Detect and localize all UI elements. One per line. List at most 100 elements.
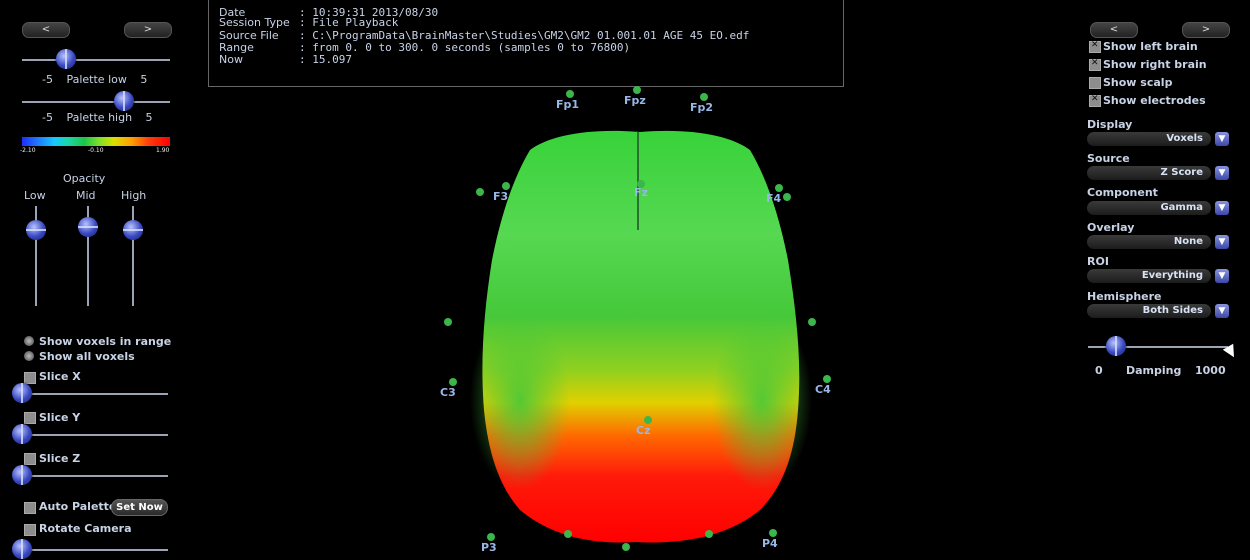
now-key: Now	[219, 53, 243, 66]
session-info-panel: Date: 10:39:31 2013/08/30 Session Type: …	[208, 0, 844, 87]
rotate-camera-track[interactable]	[22, 549, 168, 551]
damping-min: 0	[1095, 364, 1103, 377]
palette-low-label: Palette low	[66, 73, 127, 86]
electrode-c3-label: C3	[440, 386, 456, 399]
electrode-extra-dot[interactable]	[622, 543, 630, 551]
electrode-extra-dot[interactable]	[476, 188, 484, 196]
slice-y-knob[interactable]	[12, 424, 32, 444]
chevron-down-icon[interactable]: ▼	[1215, 235, 1229, 249]
overlay-dropdown[interactable]: None ▼	[1087, 235, 1230, 249]
electrode-extra-dot[interactable]	[564, 530, 572, 538]
show-electrodes-label: Show electrodes	[1103, 94, 1206, 107]
slice-z-label: Slice Z	[39, 452, 81, 465]
chevron-down-icon[interactable]: ▼	[1215, 201, 1229, 215]
palette-low-min: -5	[42, 73, 53, 86]
palette-scale-max: 1.90	[156, 147, 170, 154]
electrode-fp1-dot[interactable]	[566, 90, 574, 98]
damping-knob[interactable]	[1106, 336, 1126, 356]
rotate-camera-checkbox[interactable]	[24, 524, 36, 536]
slice-x-checkbox[interactable]	[24, 372, 36, 384]
now-row: Now: 15.097	[219, 53, 352, 66]
component-label: Component	[1087, 186, 1158, 199]
left-prev-button[interactable]: <	[22, 22, 70, 38]
electrode-f3-dot[interactable]	[502, 182, 510, 190]
palette-high-knob[interactable]	[114, 91, 134, 111]
slice-z-checkbox[interactable]	[24, 453, 36, 465]
slice-x-track[interactable]	[22, 393, 168, 395]
electrode-c4-dot[interactable]	[823, 375, 831, 383]
opacity-high-label: High	[121, 189, 147, 202]
right-next-button[interactable]: >	[1182, 22, 1230, 38]
display-dropdown[interactable]: Voxels ▼	[1087, 132, 1230, 146]
slice-y-track[interactable]	[22, 434, 168, 436]
left-next-button[interactable]: >	[124, 22, 172, 38]
chevron-down-icon[interactable]: ▼	[1215, 166, 1229, 180]
electrode-p3-dot[interactable]	[487, 533, 495, 541]
source-label: Source	[1087, 152, 1130, 165]
session-key: Session Type	[219, 16, 290, 29]
brain-voxel-view[interactable]	[440, 110, 840, 560]
overlay-label: Overlay	[1087, 221, 1135, 234]
palette-high-row: -5 Palette high 5	[42, 111, 153, 124]
slice-x-knob[interactable]	[12, 383, 32, 403]
palette-low-max: 5	[140, 73, 148, 86]
slice-y-checkbox[interactable]	[24, 412, 36, 424]
slice-z-track[interactable]	[22, 475, 168, 477]
electrode-c4-label: C4	[815, 383, 831, 396]
right-prev-button[interactable]: <	[1090, 22, 1138, 38]
palette-high-label: Palette high	[66, 111, 133, 124]
electrode-f3-label: F3	[493, 190, 509, 203]
show-scalp-checkbox[interactable]	[1089, 77, 1101, 89]
show-right-brain-label: Show right brain	[1103, 58, 1207, 71]
roi-label: ROI	[1087, 255, 1109, 268]
show-all-voxels-radio[interactable]	[24, 351, 34, 361]
chevron-down-icon[interactable]: ▼	[1215, 304, 1229, 318]
electrode-cz-dot[interactable]	[644, 416, 652, 424]
show-left-brain-checkbox[interactable]	[1089, 40, 1101, 53]
slice-y-label: Slice Y	[39, 411, 81, 424]
opacity-high-knob[interactable]	[123, 220, 143, 240]
chevron-down-icon[interactable]: ▼	[1215, 269, 1229, 283]
auto-palette-label: Auto Palette	[39, 500, 117, 513]
electrode-fpz-dot[interactable]	[633, 86, 641, 94]
opacity-mid-knob[interactable]	[78, 217, 98, 237]
show-all-voxels-label: Show all voxels	[39, 350, 135, 363]
electrode-extra-dot[interactable]	[808, 318, 816, 326]
show-voxels-range-radio[interactable]	[24, 336, 34, 346]
hemisphere-dropdown[interactable]: Both Sides ▼	[1087, 304, 1230, 318]
show-electrodes-checkbox[interactable]	[1089, 94, 1101, 107]
overlay-value: None	[1087, 235, 1211, 249]
show-scalp-label: Show scalp	[1103, 76, 1173, 89]
electrode-cz-label: Cz	[636, 424, 651, 437]
source-dropdown[interactable]: Z Score ▼	[1087, 166, 1230, 180]
electrode-fz-label: Fz	[634, 186, 648, 199]
palette-low-track[interactable]	[22, 59, 170, 61]
source-value: Z Score	[1087, 166, 1211, 180]
electrode-p4-dot[interactable]	[769, 529, 777, 537]
palette-high-max: 5	[145, 111, 153, 124]
palette-high-track[interactable]	[22, 101, 170, 103]
component-dropdown[interactable]: Gamma ▼	[1087, 201, 1230, 215]
rotate-camera-knob[interactable]	[12, 539, 32, 559]
show-right-brain-checkbox[interactable]	[1089, 58, 1101, 71]
slice-z-knob[interactable]	[12, 465, 32, 485]
palette-low-knob[interactable]	[56, 49, 76, 69]
auto-palette-checkbox[interactable]	[24, 502, 36, 514]
electrode-f4-dot[interactable]	[775, 184, 783, 192]
electrode-p4-label: P4	[762, 537, 778, 550]
electrode-c3-dot[interactable]	[449, 378, 457, 386]
roi-dropdown[interactable]: Everything ▼	[1087, 269, 1230, 283]
electrode-extra-dot[interactable]	[705, 530, 713, 538]
slice-x-label: Slice X	[39, 370, 81, 383]
electrode-extra-dot[interactable]	[444, 318, 452, 326]
hemisphere-label: Hemisphere	[1087, 290, 1162, 303]
set-now-button[interactable]: Set Now	[111, 499, 168, 516]
opacity-low-knob[interactable]	[26, 220, 46, 240]
chevron-down-icon[interactable]: ▼	[1215, 132, 1229, 146]
opacity-mid-label: Mid	[76, 189, 96, 202]
opacity-low-label: Low	[24, 189, 46, 202]
opacity-title: Opacity	[63, 172, 106, 185]
electrode-extra-dot[interactable]	[783, 193, 791, 201]
electrode-p3-label: P3	[481, 541, 497, 554]
electrode-fp2-dot[interactable]	[700, 93, 708, 101]
